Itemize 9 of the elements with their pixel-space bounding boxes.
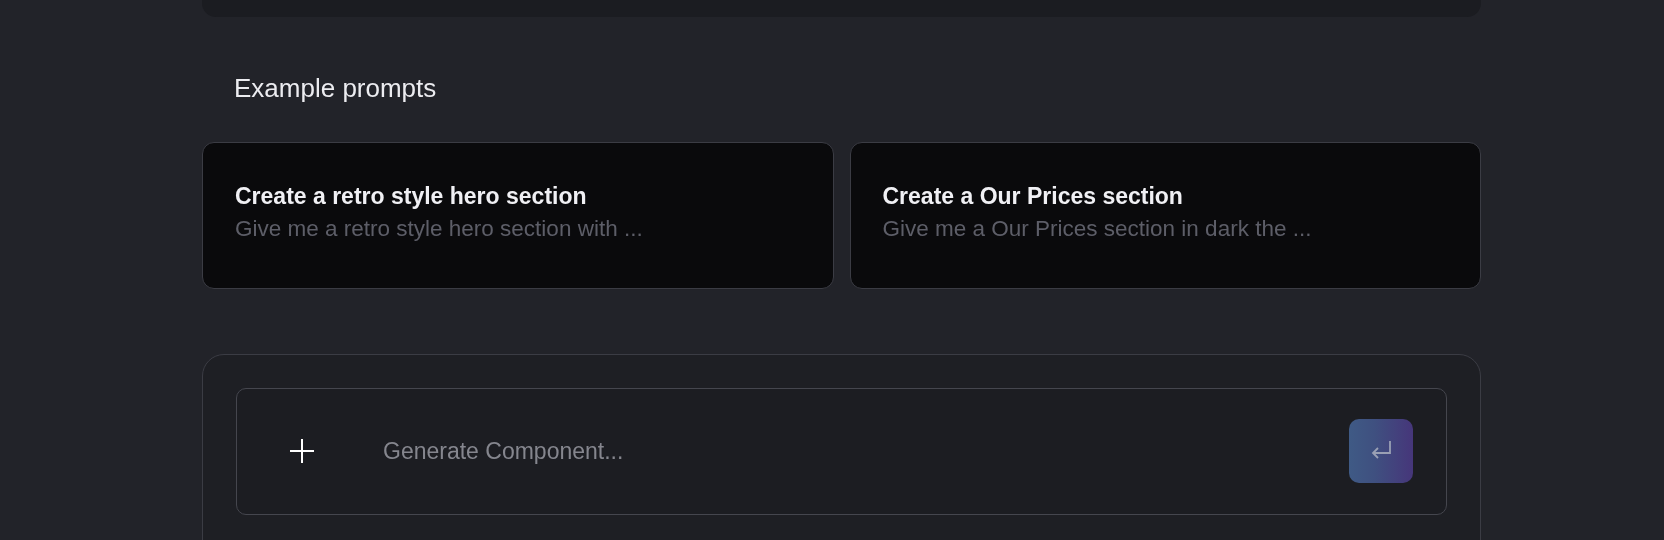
send-button[interactable] <box>1349 419 1413 484</box>
prompt-card[interactable]: Create a retro style hero section Give me a retro style hero section with ... <box>202 141 834 289</box>
prompt-title: Create a retro style hero section <box>235 182 587 211</box>
prompt-description: Give me a Our Prices section in dark the ... <box>882 215 1312 244</box>
prompt-card[interactable]: Create a Our Prices section Give me a Our Prices section in dark the ... <box>849 141 1481 289</box>
prompt-input[interactable]: Generate Component... <box>381 433 1349 470</box>
prompt-title: Create a Our Prices section <box>882 182 1183 211</box>
section-heading: Example prompts <box>234 72 437 105</box>
prompt-description: Give me a retro style hero section with ... <box>235 215 643 244</box>
